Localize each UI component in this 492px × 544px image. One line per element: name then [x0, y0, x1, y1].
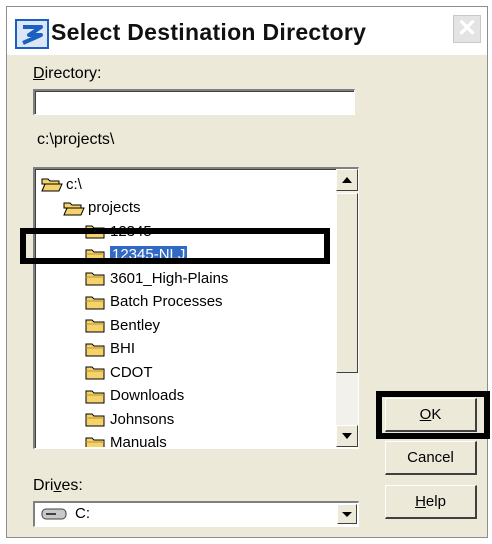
- chevron-down-icon: [342, 512, 352, 517]
- tree-item[interactable]: Downloads: [85, 385, 184, 407]
- drives-selected-value: C:: [75, 505, 90, 522]
- tree-item-label: projects: [88, 199, 141, 216]
- tree-item[interactable]: Johnsons: [85, 408, 174, 430]
- tree-item[interactable]: Batch Processes: [85, 291, 223, 313]
- folder-icon: [85, 366, 105, 380]
- close-icon: ✕: [456, 15, 478, 42]
- folder-icon: [85, 343, 105, 356]
- tree-item[interactable]: c:\: [41, 173, 82, 195]
- tree-item-label: Manuals: [110, 434, 167, 447]
- tree-item-label: Downloads: [110, 387, 185, 404]
- tree-item-label: CDOT: [110, 363, 153, 381]
- scroll-down-button[interactable]: [336, 425, 358, 447]
- tree-item[interactable]: CDOT: [85, 361, 153, 383]
- tree-item[interactable]: Manuals: [85, 432, 167, 447]
- tree-item[interactable]: BHI: [85, 338, 135, 360]
- open-folder-icon: [41, 178, 63, 192]
- directory-input[interactable]: [33, 89, 355, 115]
- folder-icon: [85, 272, 105, 286]
- folder-icon: [85, 296, 105, 309]
- scroll-thumb[interactable]: [336, 193, 358, 373]
- tree-item-label: Batch Processes: [110, 293, 223, 310]
- tree-item-label: Johnsons: [110, 410, 175, 428]
- tree-item[interactable]: projects: [63, 197, 141, 219]
- open-folder-icon: [63, 202, 85, 215]
- folder-icon: [85, 437, 105, 447]
- title-bar: Select Destination Directory ✕: [7, 7, 487, 55]
- directory-label: Directory:: [33, 65, 102, 82]
- folder-icon: [85, 319, 105, 333]
- tree-item[interactable]: Bentley: [85, 314, 160, 336]
- select-destination-dialog: Select Destination Directory ✕ Directory…: [6, 6, 490, 538]
- ok-button[interactable]: OK: [385, 398, 477, 432]
- drive-icon: [41, 508, 67, 520]
- vertical-scrollbar[interactable]: [336, 169, 358, 447]
- folder-icon: [85, 413, 105, 427]
- tree-item-label: BHI: [110, 340, 136, 357]
- window-title: Select Destination Directory: [51, 19, 367, 45]
- selection-highlight-box: [20, 228, 330, 264]
- arrow-down-icon: [342, 433, 352, 439]
- app-logo-icon: [15, 19, 49, 49]
- cancel-button[interactable]: Cancel: [385, 441, 477, 475]
- close-button[interactable]: ✕: [453, 15, 481, 43]
- folder-icon: [85, 390, 105, 403]
- tree-item-label: Bentley: [110, 316, 161, 334]
- drives-select[interactable]: C:: [33, 501, 359, 527]
- tree-item[interactable]: 3601_High-Plains: [85, 267, 228, 289]
- help-button[interactable]: Help: [385, 485, 477, 519]
- tree-item-label: 3601_High-Plains: [110, 269, 229, 287]
- folder-tree-list[interactable]: c:\ projects 12345 12345-NLJ 3601_High-Plain…: [33, 167, 359, 449]
- arrow-up-icon: [342, 177, 352, 183]
- current-path: c:\projects\: [37, 131, 115, 148]
- folder-tree: c:\ projects 12345 12345-NLJ 3601_High-Plain…: [37, 171, 333, 447]
- drives-dropdown-button[interactable]: [337, 504, 357, 524]
- drives-label: Drives:: [33, 477, 83, 494]
- tree-item-label: c:\: [66, 175, 82, 193]
- scroll-up-button[interactable]: [336, 169, 358, 191]
